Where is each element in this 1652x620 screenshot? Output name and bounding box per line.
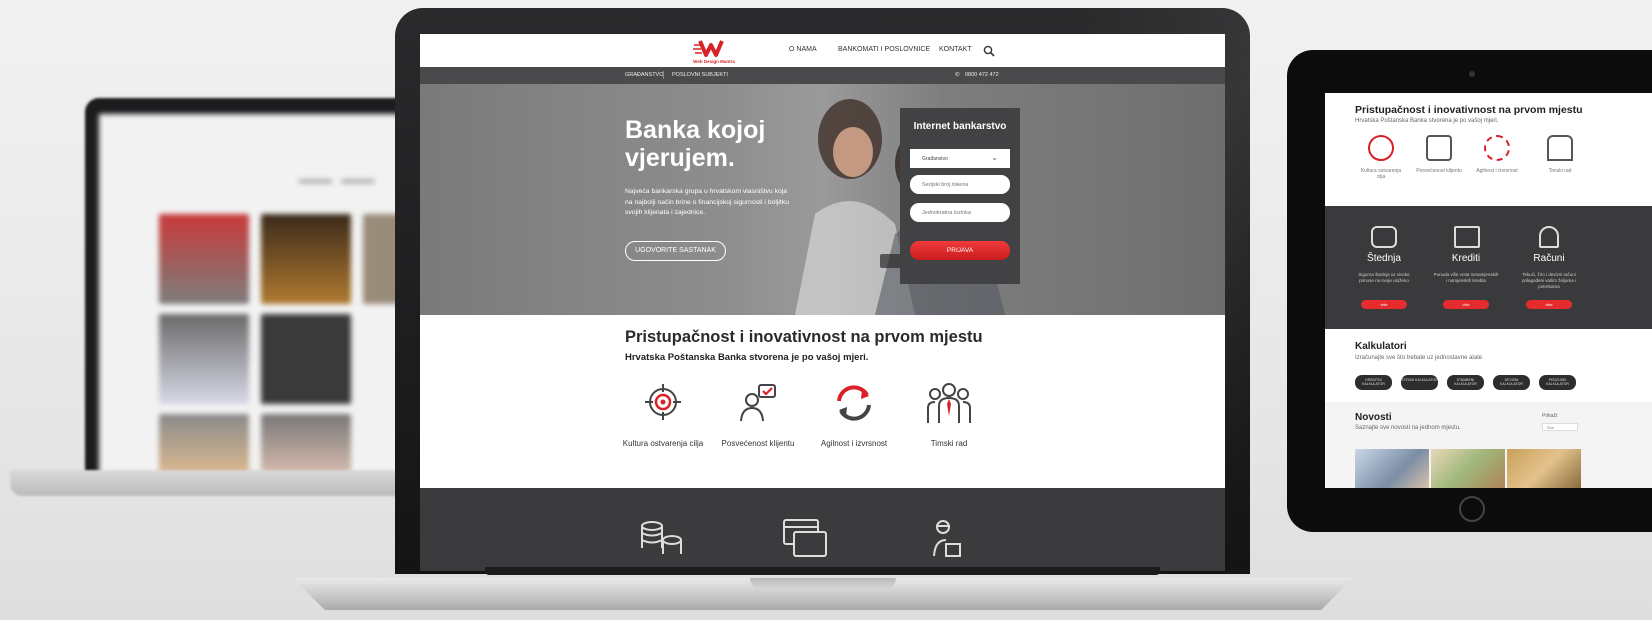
news-photo[interactable]: [1431, 449, 1505, 488]
nav-contact[interactable]: KONTAKT: [939, 46, 972, 53]
account-person-icon: [1539, 226, 1559, 248]
refresh-cycle-icon: [837, 385, 871, 421]
background-laptop-base: [10, 470, 430, 496]
segment-divider: [663, 71, 664, 79]
client-care-icon: [1426, 135, 1452, 161]
news-filter-label: Prikaži:: [1542, 413, 1559, 419]
tablet-value-label: Agilnost i izvrsnost: [1476, 168, 1518, 174]
laptop-notch: [750, 578, 896, 590]
calculator-button[interactable]: KREDITNI KALKULATOR: [1355, 375, 1392, 390]
tablet-screen: Pristupačnost i inovativnost na prvom mj…: [1325, 93, 1652, 488]
blurred-tile: [159, 314, 249, 404]
calculator-button[interactable]: STAMBENI KALKULATOR: [1447, 375, 1484, 390]
credit-card-icon: [1454, 226, 1480, 248]
news-subtitle: Saznajte sve novosti na jednom mjestu.: [1355, 425, 1461, 431]
tablet-home-button: [1459, 496, 1485, 522]
tablet-values-subtitle: Hrvatska Poštanska Banka stvorena je po …: [1355, 118, 1499, 124]
tablet-camera: [1469, 71, 1475, 77]
product-description: Ponuda više vrsta nenamjenskih i namjens…: [1433, 272, 1499, 283]
book-appointment-button[interactable]: UGOVORITE SASTANAK: [625, 241, 726, 261]
hero-lead-text: Najveća bankarska grupa u hrvatskom vlas…: [625, 188, 789, 216]
logo-text: Web Design Mantra: [693, 59, 735, 64]
main-laptop: Web Design Mantra O NAMA BANKOMATI I POS…: [395, 8, 1250, 580]
team-icon: [1547, 135, 1573, 161]
calculator-button[interactable]: ŠTEDNI KALKULATOR: [1401, 375, 1438, 390]
target-icon: [645, 384, 681, 420]
laptop-screen: Web Design Mantra O NAMA BANKOMATI I POS…: [420, 34, 1225, 571]
user-type-value: Građanstvo: [922, 156, 948, 162]
blurred-tile: [261, 214, 351, 304]
client-care-icon: [740, 384, 776, 422]
search-icon[interactable]: [983, 45, 995, 57]
news-title: Novosti: [1355, 412, 1392, 423]
product-more-button[interactable]: više: [1526, 300, 1572, 309]
internet-banking-title: Internet bankarstvo: [913, 121, 1007, 132]
team-icon: [927, 383, 971, 423]
blurred-tile: [159, 214, 249, 304]
user-type-select[interactable]: Građanstvo ⌄: [910, 149, 1010, 168]
background-laptop-screen: ▬▬▬ ▬▬▬: [99, 114, 415, 479]
news-photo[interactable]: [1355, 449, 1429, 488]
hero-title: Banka kojoj vjerujem.: [625, 116, 766, 172]
coins-icon: [1371, 226, 1397, 248]
nav-about[interactable]: O NAMA: [789, 46, 817, 53]
chevron-down-icon: ⌄: [991, 153, 998, 162]
coins-icon: [641, 521, 682, 554]
segment-business[interactable]: POSLOVNI SUBJEKTI: [672, 72, 728, 78]
site-header: Web Design Mantra O NAMA BANKOMATI I POS…: [420, 34, 1225, 67]
product-more-button[interactable]: više: [1361, 300, 1407, 309]
news-photo[interactable]: [1507, 449, 1581, 488]
phone-icon: ✆: [955, 72, 960, 78]
nav-atms-branches[interactable]: BANKOMATI I POSLOVNICE: [838, 46, 930, 53]
background-laptop: ▬▬▬ ▬▬▬: [10, 98, 430, 496]
laptop-hinge: [485, 567, 1160, 575]
tablet-values-section: Pristupačnost i inovativnost na prvom mj…: [1325, 93, 1652, 206]
values-title: Pristupačnost i inovativnost na prvom mj…: [625, 328, 983, 346]
token-serial-input[interactable]: [910, 175, 1010, 194]
refresh-cycle-icon: [1484, 135, 1510, 161]
product-name: Računi: [1533, 253, 1565, 264]
value-label: Agilnost i izvrsnost: [820, 439, 888, 448]
tablet-device: Pristupačnost i inovativnost na prvom mj…: [1287, 50, 1652, 532]
products-section: [420, 488, 1225, 571]
brand-logo[interactable]: Web Design Mantra: [690, 37, 740, 65]
blurred-nav: ▬▬▬ ▬▬▬: [299, 174, 375, 186]
product-description: Tekući, žiro i devizni računi prilagođen…: [1521, 272, 1577, 289]
calculators-title: Kalkulatori: [1355, 341, 1407, 352]
calculator-button[interactable]: DEVIZNI KALKULATOR: [1493, 375, 1530, 390]
login-button[interactable]: PRIJAVA: [910, 241, 1010, 260]
internet-banking-panel: Internet bankarstvo Građanstvo ⌄ PRIJAVA: [900, 108, 1020, 284]
calculators-subtitle: Izračunajte sve što trebate uz jednostav…: [1355, 355, 1483, 361]
tablet-value-label: Kultura ostvarenja cilja: [1360, 168, 1402, 180]
segment-citizens[interactable]: GRAĐANSTVO: [625, 72, 664, 78]
blurred-tile: [261, 314, 351, 404]
product-name: Štednja: [1367, 253, 1401, 264]
values-section: Pristupačnost i inovativnost na prvom mj…: [420, 315, 1225, 488]
one-time-password-input[interactable]: [910, 203, 1010, 222]
value-label: Timski rad: [930, 439, 968, 448]
value-label: Kultura ostvarenja cilja: [622, 439, 704, 448]
segment-bar: GRAĐANSTVO POSLOVNI SUBJEKTI ✆ 0800 472 …: [420, 67, 1225, 84]
values-subtitle: Hrvatska Poštanska Banka stvorena je po …: [625, 352, 869, 363]
product-description: Sigurna štednja uz visoke prinose na svo…: [1358, 272, 1410, 283]
tablet-value-label: Posvećenost klijentu: [1416, 168, 1462, 174]
calculator-button[interactable]: PENZIJSKI KALKULATOR: [1539, 375, 1576, 390]
tablet-products-section: Štednja Krediti Računi Sigurna štednja u…: [1325, 206, 1652, 329]
credit-card-icon: [783, 519, 827, 557]
tablet-news-section: Novosti Saznajte sve novosti na jednom m…: [1325, 402, 1652, 488]
account-person-icon: [933, 520, 961, 557]
phone-number[interactable]: 0800 472 472: [965, 72, 999, 78]
tablet-calculators-section: Kalkulatori Izračunajte sve što trebate …: [1325, 329, 1652, 402]
tablet-value-label: Timski rad: [1548, 168, 1572, 174]
tablet-values-title: Pristupačnost i inovativnost na prvom mj…: [1355, 104, 1583, 116]
hero-banner: Banka kojoj vjerujem. Najveća bankarska …: [420, 84, 1225, 315]
value-label: Posvećenost klijentu: [721, 439, 795, 448]
product-name: Krediti: [1451, 253, 1481, 264]
product-more-button[interactable]: više: [1443, 300, 1489, 309]
news-filter-select[interactable]: Sve: [1542, 423, 1578, 431]
target-icon: [1368, 135, 1394, 161]
